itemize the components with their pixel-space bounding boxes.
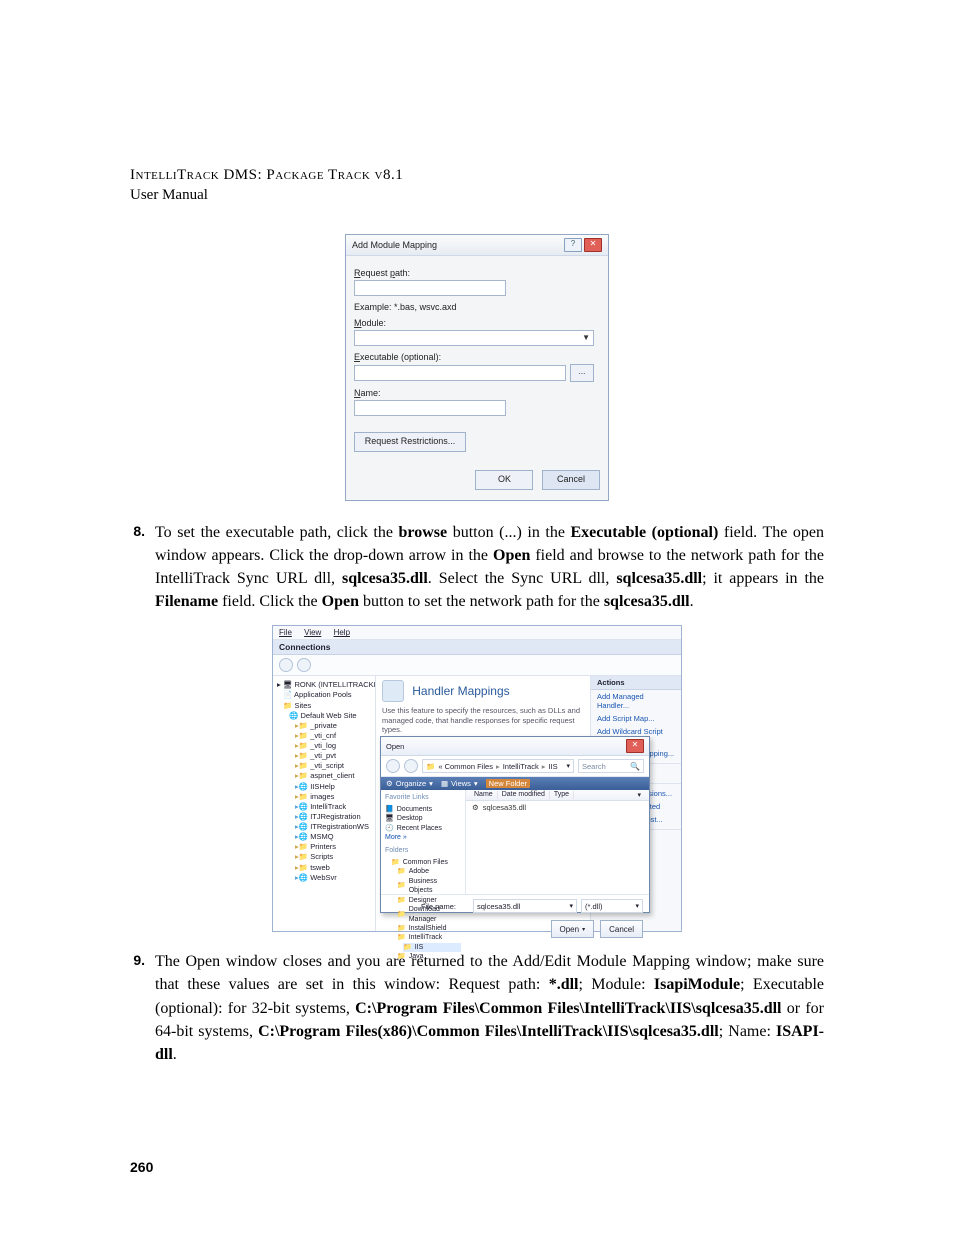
step-number: 9.	[115, 950, 155, 1066]
help-icon[interactable]: ?	[564, 238, 582, 252]
actions-header: Actions	[591, 676, 681, 690]
fav-recent[interactable]: 🕘 Recent Places	[385, 824, 461, 833]
connections-tree[interactable]: ▸ 🖥 RONK (INTELLITRACKINC\ronk) 📄 Applic…	[273, 676, 376, 931]
connections-header: Connections	[273, 640, 681, 655]
iis-center-pane: Handler Mappings Use this feature to spe…	[376, 676, 590, 931]
menu-file[interactable]: File	[279, 628, 292, 637]
open-button[interactable]: Open ▾	[551, 920, 595, 938]
close-icon[interactable]: ✕	[584, 238, 602, 252]
menu-view[interactable]: View	[304, 628, 321, 637]
filename-input[interactable]: sqlcesa35.dll▾	[473, 899, 577, 913]
module-label: Module:	[354, 318, 600, 328]
new-folder-button[interactable]: New Folder	[486, 779, 530, 788]
open-toolbar: ⚙ Organize ▾ ▦ Views ▾ New Folder	[381, 777, 649, 790]
executable-input[interactable]	[354, 365, 566, 381]
iis-menubar: File View Help	[273, 626, 681, 640]
request-path-input[interactable]	[354, 280, 506, 296]
fav-more[interactable]: More »	[385, 833, 461, 842]
header-title: IntelliTrack DMS: Package Track v8.1	[130, 165, 824, 185]
ok-button[interactable]: OK	[475, 470, 533, 490]
header-subtitle: User Manual	[130, 185, 824, 205]
handler-mappings-desc: Use this feature to specify the resource…	[382, 706, 584, 734]
open-dialog: Open ✕ 📁 « Common Files▸ IntelliTr	[380, 736, 650, 913]
name-label: Name:	[354, 388, 600, 398]
module-select[interactable]: ▼	[354, 330, 594, 346]
page-number: 260	[130, 1159, 153, 1175]
example-label: Example: *.bas, wsvc.axd	[354, 302, 600, 312]
col-date[interactable]: Date modified	[498, 791, 550, 799]
dialog-title: Add Module Mapping	[352, 240, 437, 250]
open-dialog-title: Open	[386, 742, 404, 751]
cancel-button[interactable]: Cancel	[542, 470, 600, 490]
request-path-label: Request path:	[354, 268, 600, 278]
folder-item[interactable]: 📁 IntelliTrack	[397, 933, 461, 942]
chevron-down-icon: ▼	[582, 333, 593, 342]
views-button[interactable]: ▦ Views ▾	[441, 779, 478, 788]
filename-label: File name:	[421, 902, 456, 911]
add-module-mapping-dialog: Add Module Mapping ? ✕ Request path: Exa…	[345, 234, 609, 501]
handler-mappings-title: Handler Mappings	[412, 684, 509, 698]
col-name[interactable]: Name	[470, 791, 498, 799]
folder-item[interactable]: 📁 Adobe	[397, 867, 461, 876]
step-8-text: To set the executable path, click the br…	[155, 521, 824, 614]
browse-button[interactable]: ...	[570, 364, 594, 382]
file-row[interactable]: ⚙ sqlcesa35.dll	[466, 801, 649, 814]
fav-desktop[interactable]: 🖥 Desktop	[385, 814, 461, 823]
organize-button[interactable]: ⚙ Organize ▾	[386, 779, 433, 788]
close-icon[interactable]: ✕	[626, 739, 644, 753]
search-input[interactable]: Search 🔍	[578, 759, 644, 773]
name-input[interactable]	[354, 400, 506, 416]
search-icon: 🔍	[630, 762, 640, 771]
folder-item[interactable]: 📁 Business Objects	[397, 877, 461, 896]
action-link[interactable]: Add Managed Handler...	[591, 690, 681, 712]
forward-icon[interactable]	[297, 658, 311, 672]
request-restrictions-button[interactable]: Request Restrictions...	[354, 432, 466, 452]
breadcrumb[interactable]: 📁 « Common Files▸ IntelliTrack▸ IIS ▾	[422, 759, 574, 773]
handler-mappings-icon	[382, 680, 404, 702]
cancel-button[interactable]: Cancel	[600, 920, 643, 938]
back-icon[interactable]	[279, 658, 293, 672]
favorites-pane: Favorite Links 📘 Documents 🖥 Desktop 🕘 R…	[381, 790, 466, 894]
back-icon[interactable]	[386, 759, 400, 773]
folder-item[interactable]: 📁 Common Files	[391, 858, 461, 867]
page-header: IntelliTrack DMS: Package Track v8.1 Use…	[130, 165, 824, 206]
executable-label: Executable (optional):	[354, 352, 600, 362]
folder-item-selected[interactable]: 📁 IIS	[403, 943, 461, 952]
forward-icon[interactable]	[404, 759, 418, 773]
iis-manager-window: File View Help Connections ▸ 🖥 RONK (INT…	[272, 625, 682, 932]
column-menu-icon[interactable]: ▾	[633, 791, 645, 799]
nav-row	[273, 655, 681, 676]
action-link[interactable]: Add Script Map...	[591, 712, 681, 725]
fav-documents[interactable]: 📘 Documents	[385, 805, 461, 814]
folder-item[interactable]: 📁 InstallShield	[397, 924, 461, 933]
col-type[interactable]: Type	[550, 791, 574, 799]
file-type-select[interactable]: (*.dll)▾	[581, 899, 643, 913]
step-9-text: The Open window closes and you are retur…	[155, 950, 824, 1066]
file-list-pane: Name Date modified Type ▾ ⚙ sqlcesa35.dl…	[466, 790, 649, 894]
menu-help[interactable]: Help	[334, 628, 350, 637]
step-number: 8.	[115, 521, 155, 614]
folder-item[interactable]: 📁 Java	[397, 952, 461, 961]
